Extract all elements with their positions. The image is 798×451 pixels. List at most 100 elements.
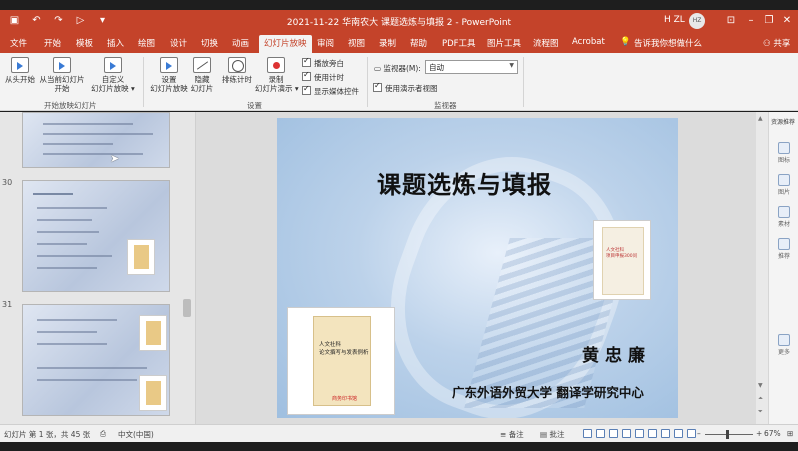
resource-more-button[interactable]: 更多 (775, 334, 793, 356)
record-label-2: 幻灯片演示 (255, 84, 293, 93)
monitor-icon: ▭ (374, 64, 382, 73)
setup-slide-show-button[interactable]: 设置 幻灯片放映 (148, 57, 190, 93)
tab-view[interactable]: 视图 (348, 37, 365, 49)
minimize-icon[interactable]: – (744, 14, 758, 28)
tab-record[interactable]: 录制 (379, 37, 396, 49)
avatar[interactable]: HZ (689, 13, 705, 29)
custom-show-icon (104, 57, 122, 73)
group-separator (143, 57, 144, 107)
hide-slide-button[interactable]: 隐藏 幻灯片 (189, 57, 215, 93)
play-narrations-checkbox[interactable]: 播放旁白 (302, 56, 344, 69)
book-title-line-1: 人文社科 (319, 342, 342, 348)
notes-icon: ≡ (500, 430, 507, 439)
comments-label: 批注 (549, 430, 565, 439)
slide-author[interactable]: 黄忠廉 (582, 341, 651, 366)
slide-sorter-icon[interactable] (661, 429, 670, 438)
language-indicator[interactable]: 中文(中国) (118, 429, 154, 440)
resource-materials-button[interactable]: 素材 (775, 206, 793, 228)
play-narrations-label: 播放旁白 (314, 59, 344, 68)
ime-icon[interactable] (583, 429, 592, 438)
custom-show-label-1: 自定义 (101, 75, 125, 84)
thumb-text-line (37, 231, 99, 233)
slide-thumbnail[interactable] (22, 112, 170, 168)
from-current-slide-button[interactable]: 从当前幻灯片 开始 (37, 57, 87, 93)
scroll-up-icon[interactable]: ▲ (758, 115, 763, 122)
tell-me-search[interactable]: 告诉我你想做什么 (634, 37, 702, 49)
zoom-slider-handle[interactable] (726, 430, 729, 439)
hide-label-1: 隐藏 (194, 75, 210, 84)
slide-thumbnail[interactable] (22, 304, 170, 416)
user-name[interactable]: H ZL (664, 15, 685, 25)
tab-flowchart[interactable]: 流程图 (533, 37, 559, 49)
zoom-out-icon[interactable]: – (697, 429, 701, 438)
spell-check-icon[interactable]: ⎙ (100, 429, 106, 439)
ime-mode-icon[interactable] (596, 429, 605, 438)
tab-slide-show[interactable]: 幻灯片放映 (259, 35, 312, 53)
from-beginning-button[interactable]: 从头开始 (4, 57, 36, 84)
monitor-dropdown[interactable]: 自动 ▼ (425, 60, 518, 74)
resource-recommend-button[interactable]: 推荐 (775, 238, 793, 260)
ribbon-tabs: 文件 开始 模板 插入 绘图 设计 切换 动画 幻灯片放映 审阅 视图 录制 帮… (0, 33, 798, 53)
thumb-text-line (37, 343, 107, 345)
tab-pdf-tools[interactable]: PDF工具 (442, 37, 476, 49)
microphone-icon[interactable] (622, 429, 631, 438)
tab-help[interactable]: 帮助 (410, 37, 427, 49)
tab-picture-tools[interactable]: 图片工具 (487, 37, 521, 49)
checkbox-checked-icon (373, 81, 382, 92)
rehearse-timings-button[interactable]: 排练计时 (219, 57, 255, 84)
notes-button[interactable]: ≡ 备注 (500, 429, 524, 440)
slide-title[interactable]: 课题选炼与填报 (377, 165, 577, 200)
previous-slide-icon[interactable]: ⏶ (758, 395, 763, 403)
group-separator (367, 57, 368, 107)
hide-slide-icon (193, 57, 211, 73)
normal-view-icon[interactable] (648, 429, 657, 438)
show-media-controls-checkbox[interactable]: 显示媒体控件 (302, 84, 359, 97)
zoom-slider[interactable] (705, 434, 753, 435)
tab-insert[interactable]: 插入 (107, 37, 124, 49)
comments-button[interactable]: ▤ 批注 (540, 429, 564, 440)
zoom-level[interactable]: 67% (764, 429, 781, 438)
slide-organization[interactable]: 广东外语外贸大学 翻译学研究中心 (452, 382, 644, 401)
zoom-in-icon[interactable]: + (756, 429, 762, 438)
checkbox-checked-icon (302, 56, 311, 67)
use-timings-checkbox[interactable]: 使用计时 (302, 70, 344, 83)
share-button[interactable]: ⚇ 共享 (763, 37, 790, 49)
tab-review[interactable]: 审阅 (317, 37, 334, 49)
slideshow-view-icon[interactable] (687, 429, 696, 438)
reading-view-icon[interactable] (674, 429, 683, 438)
close-icon[interactable]: ✕ (780, 14, 794, 28)
mouse-cursor-icon: ➤ (110, 152, 120, 165)
next-slide-icon[interactable]: ⏷ (758, 408, 763, 416)
thumbnail-scrollbar[interactable] (183, 299, 191, 317)
ribbon-display-options-icon[interactable]: ⊡ (724, 14, 738, 28)
keyboard-icon[interactable] (635, 429, 644, 438)
tab-template[interactable]: 模板 (76, 37, 93, 49)
share-label: 共享 (773, 39, 791, 49)
current-slide[interactable]: 课题选炼与填报 人文社科 项目申报300问 人文社科 论文撰写与发表例析 商务印… (277, 118, 678, 418)
editor-vertical-scrollbar[interactable]: ▲ ▼ ⏶ ⏷ (756, 112, 768, 424)
maximize-icon[interactable]: ❐ (762, 14, 776, 28)
thumb-book-image (139, 315, 167, 351)
tab-design[interactable]: 设计 (170, 37, 187, 49)
resource-icons-button[interactable]: 图标 (775, 142, 793, 164)
resource-pictures-button[interactable]: 图片 (775, 174, 793, 196)
tab-file[interactable]: 文件 (10, 37, 27, 49)
resource-item-label: 素材 (777, 221, 790, 228)
tab-animations[interactable]: 动画 (232, 37, 249, 49)
tab-home[interactable]: 开始 (44, 37, 61, 49)
book-image-small[interactable]: 人文社科 项目申报300问 (593, 220, 651, 300)
tab-transitions[interactable]: 切换 (201, 37, 218, 49)
group-setup: 设置 (247, 101, 262, 110)
tab-draw[interactable]: 绘图 (138, 37, 155, 49)
presenter-view-checkbox[interactable]: 使用演示者视图 (373, 81, 438, 94)
record-slide-show-button[interactable]: 录制 幻灯片演示 ▾ (255, 57, 299, 93)
ime-punctuation-icon[interactable] (609, 429, 618, 438)
thumb-text-line (37, 331, 97, 333)
scroll-down-icon[interactable]: ▼ (758, 382, 763, 389)
group-monitors: 监视器 (434, 101, 457, 110)
slide-thumbnail[interactable] (22, 180, 170, 292)
custom-slide-show-button[interactable]: 自定义 幻灯片放映 ▾ (88, 57, 138, 93)
fit-to-window-icon[interactable]: ⊞ (787, 429, 793, 438)
book-image-large[interactable]: 人文社科 论文撰写与发表例析 商务印书馆 (287, 307, 395, 415)
tab-acrobat[interactable]: Acrobat (572, 37, 605, 47)
